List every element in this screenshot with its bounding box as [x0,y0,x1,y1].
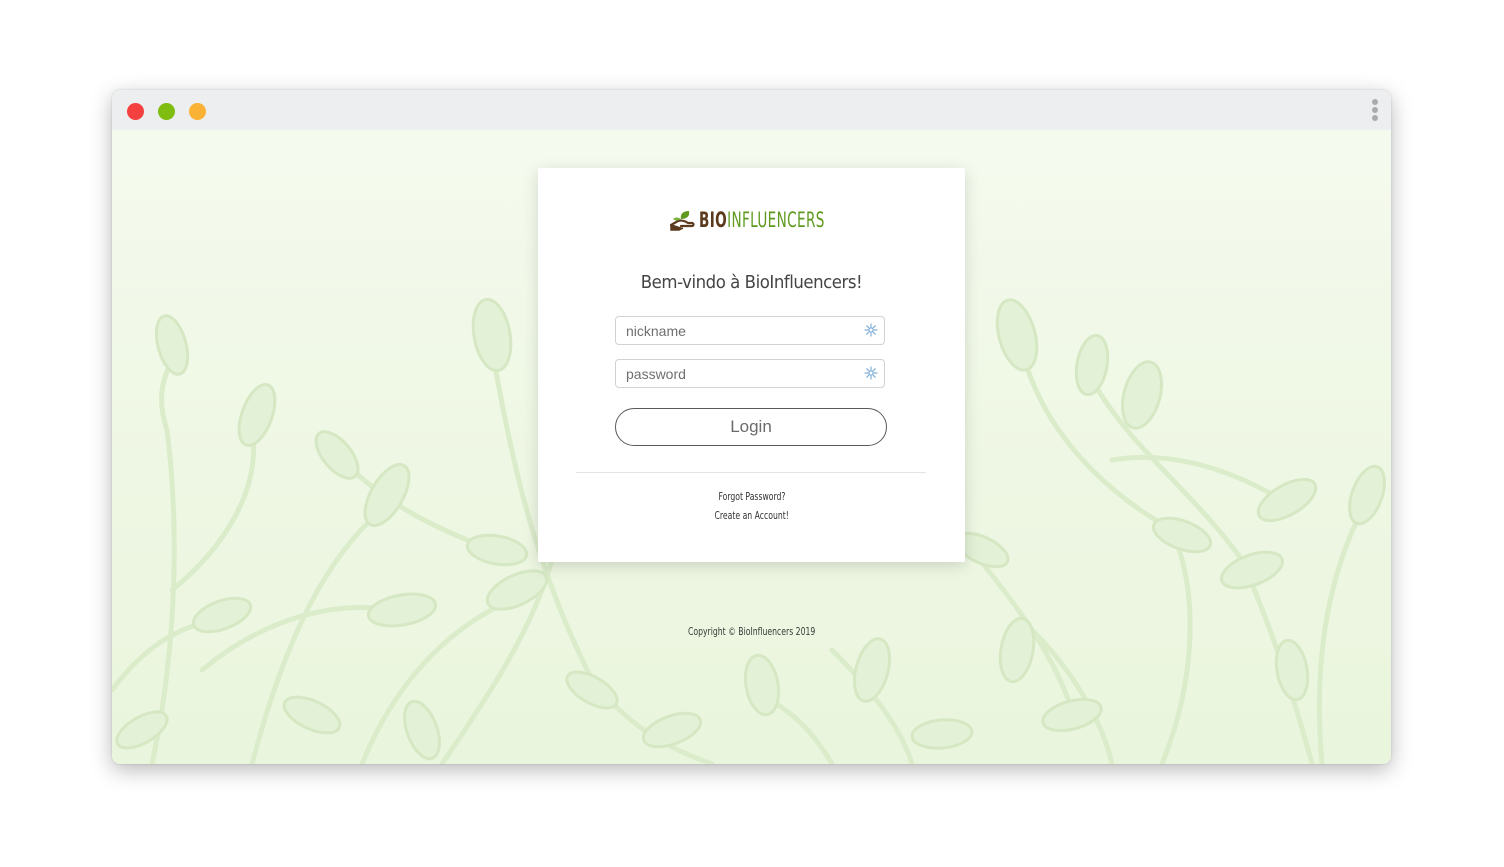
nickname-input[interactable] [616,317,856,344]
login-button[interactable]: Login [615,408,887,446]
forgot-password-label[interactable]: Forgot Password? [718,490,785,503]
brand-name-part1: BIO [699,208,728,232]
kebab-menu-icon[interactable] [1371,99,1379,123]
copyright-text: Copyright © BioInfluencers 2019 [687,625,816,638]
password-field[interactable] [615,359,885,388]
create-account-label[interactable]: Create an Account! [714,509,788,522]
nickname-field[interactable] [615,316,885,345]
create-account-link[interactable]: Create an Account! [538,509,965,522]
login-card: BIOINFLUENCERS Bem-vindo à BioInfluencer… [538,168,965,562]
password-input[interactable] [616,360,856,387]
welcome-heading: Bem-vindo à BioInfluencers! [640,272,863,293]
title-bar [112,90,1391,130]
hand-leaf-icon [670,211,695,231]
forgot-password-link[interactable]: Forgot Password? [538,490,965,503]
brand-name: BIOINFLUENCERS [699,208,825,232]
close-button[interactable] [127,103,144,120]
sparkle-icon [864,323,878,337]
page-content: BIOINFLUENCERS Bem-vindo à BioInfluencer… [112,130,1391,764]
browser-window: BIOINFLUENCERS Bem-vindo à BioInfluencer… [112,90,1391,764]
brand-name-part2: INFLUENCERS [727,208,825,232]
copyright-footer: Copyright © BioInfluencers 2019 [112,625,1391,638]
maximize-button[interactable] [189,103,206,120]
brand-logo: BIOINFLUENCERS [538,208,965,238]
divider [576,472,926,473]
sparkle-icon [864,366,878,380]
minimize-button[interactable] [158,103,175,120]
